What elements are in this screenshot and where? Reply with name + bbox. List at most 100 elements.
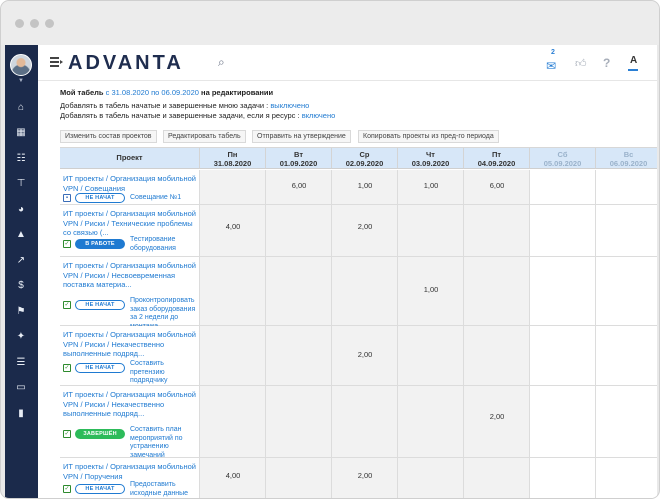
pie-icon[interactable]: ◕ (12, 200, 30, 218)
task-name-link[interactable]: Совещание №1 (130, 194, 196, 203)
project-link[interactable]: ИТ проекты / Организация мобильной VPN /… (63, 209, 197, 238)
header-day: Сб 05.09.2020 (530, 148, 596, 169)
hours-value[interactable]: 2,00 (332, 222, 398, 231)
hours-value[interactable]: 4,00 (200, 222, 266, 231)
window-dot-icon[interactable] (15, 19, 24, 28)
status-badge[interactable]: НЕ НАЧАТ (75, 193, 125, 203)
project-link[interactable]: ИТ проекты / Организация мобильной VPN /… (63, 390, 197, 419)
hours-cell[interactable] (530, 326, 596, 385)
hours-value[interactable]: 2,00 (332, 350, 398, 359)
hours-cell[interactable] (530, 170, 596, 204)
thumbs-up-icon[interactable]: 👍︎ (575, 57, 587, 70)
project-link[interactable]: ИТ проекты / Организация мобильной VPN /… (63, 462, 197, 481)
checklist-icon[interactable]: ☰ (12, 353, 30, 371)
hours-cell[interactable] (530, 458, 596, 498)
checkbox-task-icon: ✓ (63, 485, 71, 493)
header-day-name: Пн (227, 150, 238, 159)
hours-cell[interactable] (398, 458, 464, 498)
sparkle-icon[interactable]: ✦ (12, 328, 30, 346)
project-link[interactable]: ИТ проекты / Организация мобильной VPN /… (63, 174, 197, 193)
line-chart-icon[interactable]: ↗ (12, 251, 30, 269)
setting-toggle-1[interactable]: выключено (270, 101, 309, 110)
copy-projects-button[interactable]: Копировать проекты из пред-го периода (358, 130, 499, 143)
hours-cell[interactable] (596, 326, 657, 385)
setting-toggle-2[interactable]: включено (302, 111, 336, 120)
hours-cell[interactable] (398, 326, 464, 385)
hours-cell[interactable] (266, 326, 332, 385)
hours-cell[interactable] (464, 205, 530, 256)
hours-cell[interactable] (464, 386, 530, 457)
dollar-icon[interactable]: $ (12, 277, 30, 295)
task-name-link[interactable]: Тестирование оборудования (130, 236, 196, 253)
hours-cell[interactable] (200, 386, 266, 457)
hours-cell[interactable] (332, 386, 398, 457)
growth-chart-icon[interactable]: ▲ (12, 226, 30, 244)
avatar[interactable] (10, 54, 32, 76)
window-dot-icon[interactable] (30, 19, 39, 28)
hours-cell[interactable] (530, 205, 596, 256)
header-day-date: 31.08.2020 (213, 159, 252, 168)
hours-cell[interactable] (266, 205, 332, 256)
hours-value[interactable]: 4,00 (200, 471, 266, 480)
hours-cell[interactable] (200, 326, 266, 385)
mail-icon[interactable]: ✉ (546, 59, 556, 73)
hours-cell[interactable] (398, 386, 464, 457)
hours-cell[interactable] (464, 326, 530, 385)
hours-cell[interactable] (596, 458, 657, 498)
chevron-down-icon[interactable]: ▼ (18, 78, 24, 84)
hours-cell[interactable] (266, 386, 332, 457)
hours-cell[interactable] (398, 205, 464, 256)
hours-value[interactable]: 2,00 (464, 412, 530, 421)
status-badge[interactable]: НЕ НАЧАТ (75, 300, 125, 310)
hours-cell[interactable] (530, 386, 596, 457)
calendar-icon[interactable]: ▦ (12, 124, 30, 142)
help-icon[interactable]: ? (603, 56, 610, 70)
hierarchy-icon[interactable]: ☷ (12, 149, 30, 167)
status-badge[interactable]: НЕ НАЧАТ (75, 363, 125, 373)
hours-cell[interactable] (530, 257, 596, 325)
title-period[interactable]: с 31.08.2020 по 06.09.2020 (106, 88, 199, 97)
status-badge[interactable]: НЕ НАЧАТ (75, 484, 125, 494)
hours-value[interactable]: 2,00 (332, 471, 398, 480)
project-link[interactable]: ИТ проекты / Организация мобильной VPN /… (63, 330, 197, 359)
hours-cell[interactable] (266, 257, 332, 325)
task-name-link[interactable]: Составить план мероприятий по устранению… (130, 426, 196, 460)
hours-cell[interactable] (596, 257, 657, 325)
task-name-link[interactable]: Предоставить исходные данные (130, 481, 196, 498)
project-link[interactable]: ИТ проекты / Организация мобильной VPN /… (63, 261, 197, 290)
change-projects-button[interactable]: Изменить состав проектов (60, 130, 157, 143)
user-menu-icon[interactable]: A (630, 55, 637, 66)
advanta-logo[interactable]: ADVANTA (68, 52, 184, 75)
home-icon[interactable]: ⌂ (12, 98, 30, 116)
hours-cell[interactable] (596, 386, 657, 457)
submit-approval-button[interactable]: Отправить на утверждение (252, 130, 351, 143)
hours-cell[interactable] (464, 458, 530, 498)
hours-value[interactable]: 1,00 (398, 181, 464, 190)
hours-value[interactable]: 6,00 (266, 181, 332, 190)
setting-label-1: Добавлять в табель начатые и завершенные… (60, 101, 269, 110)
hours-cell[interactable] (332, 257, 398, 325)
org-chart-icon[interactable]: ⊤ (12, 175, 30, 193)
runner-icon[interactable]: ⚑ (12, 302, 30, 320)
hours-value[interactable]: 1,00 (398, 285, 464, 294)
menu-toggle-icon[interactable] (50, 57, 63, 67)
status-badge[interactable]: В РАБОТЕ (75, 239, 125, 249)
hours-cell[interactable] (464, 257, 530, 325)
hours-value[interactable]: 6,00 (464, 181, 530, 190)
hours-cell[interactable] (596, 205, 657, 256)
hours-cell[interactable] (596, 170, 657, 204)
screen-icon[interactable]: ▭ (12, 379, 30, 397)
hours-cell[interactable] (266, 458, 332, 498)
status-badge[interactable]: ЗАВЕРШЁН (75, 429, 125, 439)
table-row: ИТ проекты / Организация мобильной VPN /… (60, 458, 657, 498)
hours-value[interactable]: 1,00 (332, 181, 398, 190)
sidebar: ▼ ⌂ ▦ ☷ ⊤ ◕ ▲ ↗ $ ⚑ ✦ ☰ ▭ ▮ (5, 45, 38, 498)
header-day: Пн 31.08.2020 (200, 148, 266, 169)
bookmark-icon[interactable]: ▮ (12, 404, 30, 422)
hours-cell[interactable] (200, 170, 266, 204)
hours-cell[interactable] (200, 257, 266, 325)
window-dot-icon[interactable] (45, 19, 54, 28)
search-icon[interactable]: ⌕ (218, 55, 225, 70)
edit-timesheet-button[interactable]: Редактировать табель (163, 130, 246, 143)
task-name-link[interactable]: Составить претензию подрядчику (130, 360, 196, 386)
